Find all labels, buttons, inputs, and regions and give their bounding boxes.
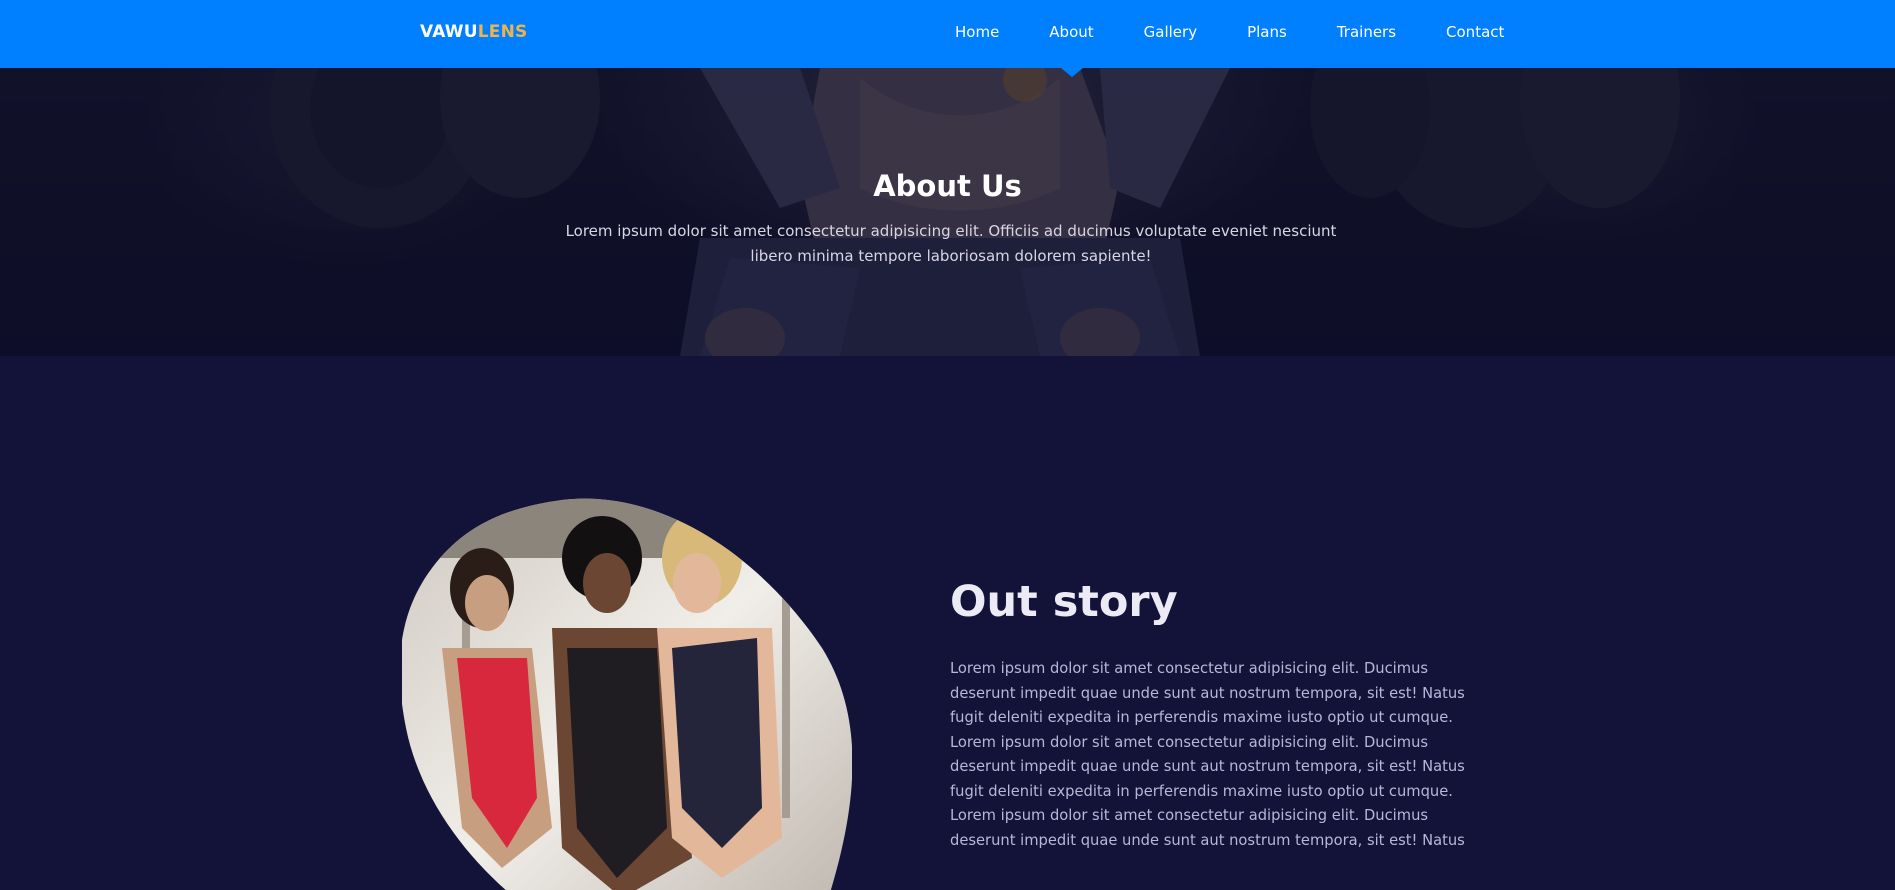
story-text: Lorem ipsum dolor sit amet consectetur a… [950,657,1498,853]
nav-link-gallery[interactable]: Gallery [1144,20,1197,44]
page-title: About Us [873,169,1022,203]
active-nav-indicator [1061,68,1083,77]
nav-link-home[interactable]: Home [955,20,999,44]
nav-link-contact[interactable]: Contact [1446,20,1504,44]
nav-link-plans[interactable]: Plans [1247,20,1287,44]
about-hero-banner: About Us Lorem ipsum dolor sit amet cons… [0,68,1895,356]
story-paragraph: Lorem ipsum dolor sit amet consectetur a… [950,807,1465,849]
story-image [402,498,852,890]
site-logo[interactable]: VAWULENS [420,20,527,44]
nav-link-about[interactable]: About [1049,20,1093,44]
story-paragraph: Lorem ipsum dolor sit amet consectetur a… [950,660,1465,726]
our-story-section: Out story Lorem ipsum dolor sit amet con… [0,356,1895,890]
hero-dark-overlay [0,68,1895,356]
story-paragraph: Lorem ipsum dolor sit amet consectetur a… [950,733,1465,800]
story-title: Out story [950,577,1178,627]
hero-description: Lorem ipsum dolor sit amet consectetur a… [565,222,1337,265]
nav-link-trainers[interactable]: Trainers [1337,20,1396,44]
navbar: VAWULENS Home About Gallery Plans Traine… [0,0,1895,68]
logo-text-accent: LENS [477,22,528,42]
main-nav: Home About Gallery Plans Trainers Contac… [955,20,1504,44]
logo-text-primary: VAWU [420,22,478,42]
team-photo-blob [402,498,852,890]
